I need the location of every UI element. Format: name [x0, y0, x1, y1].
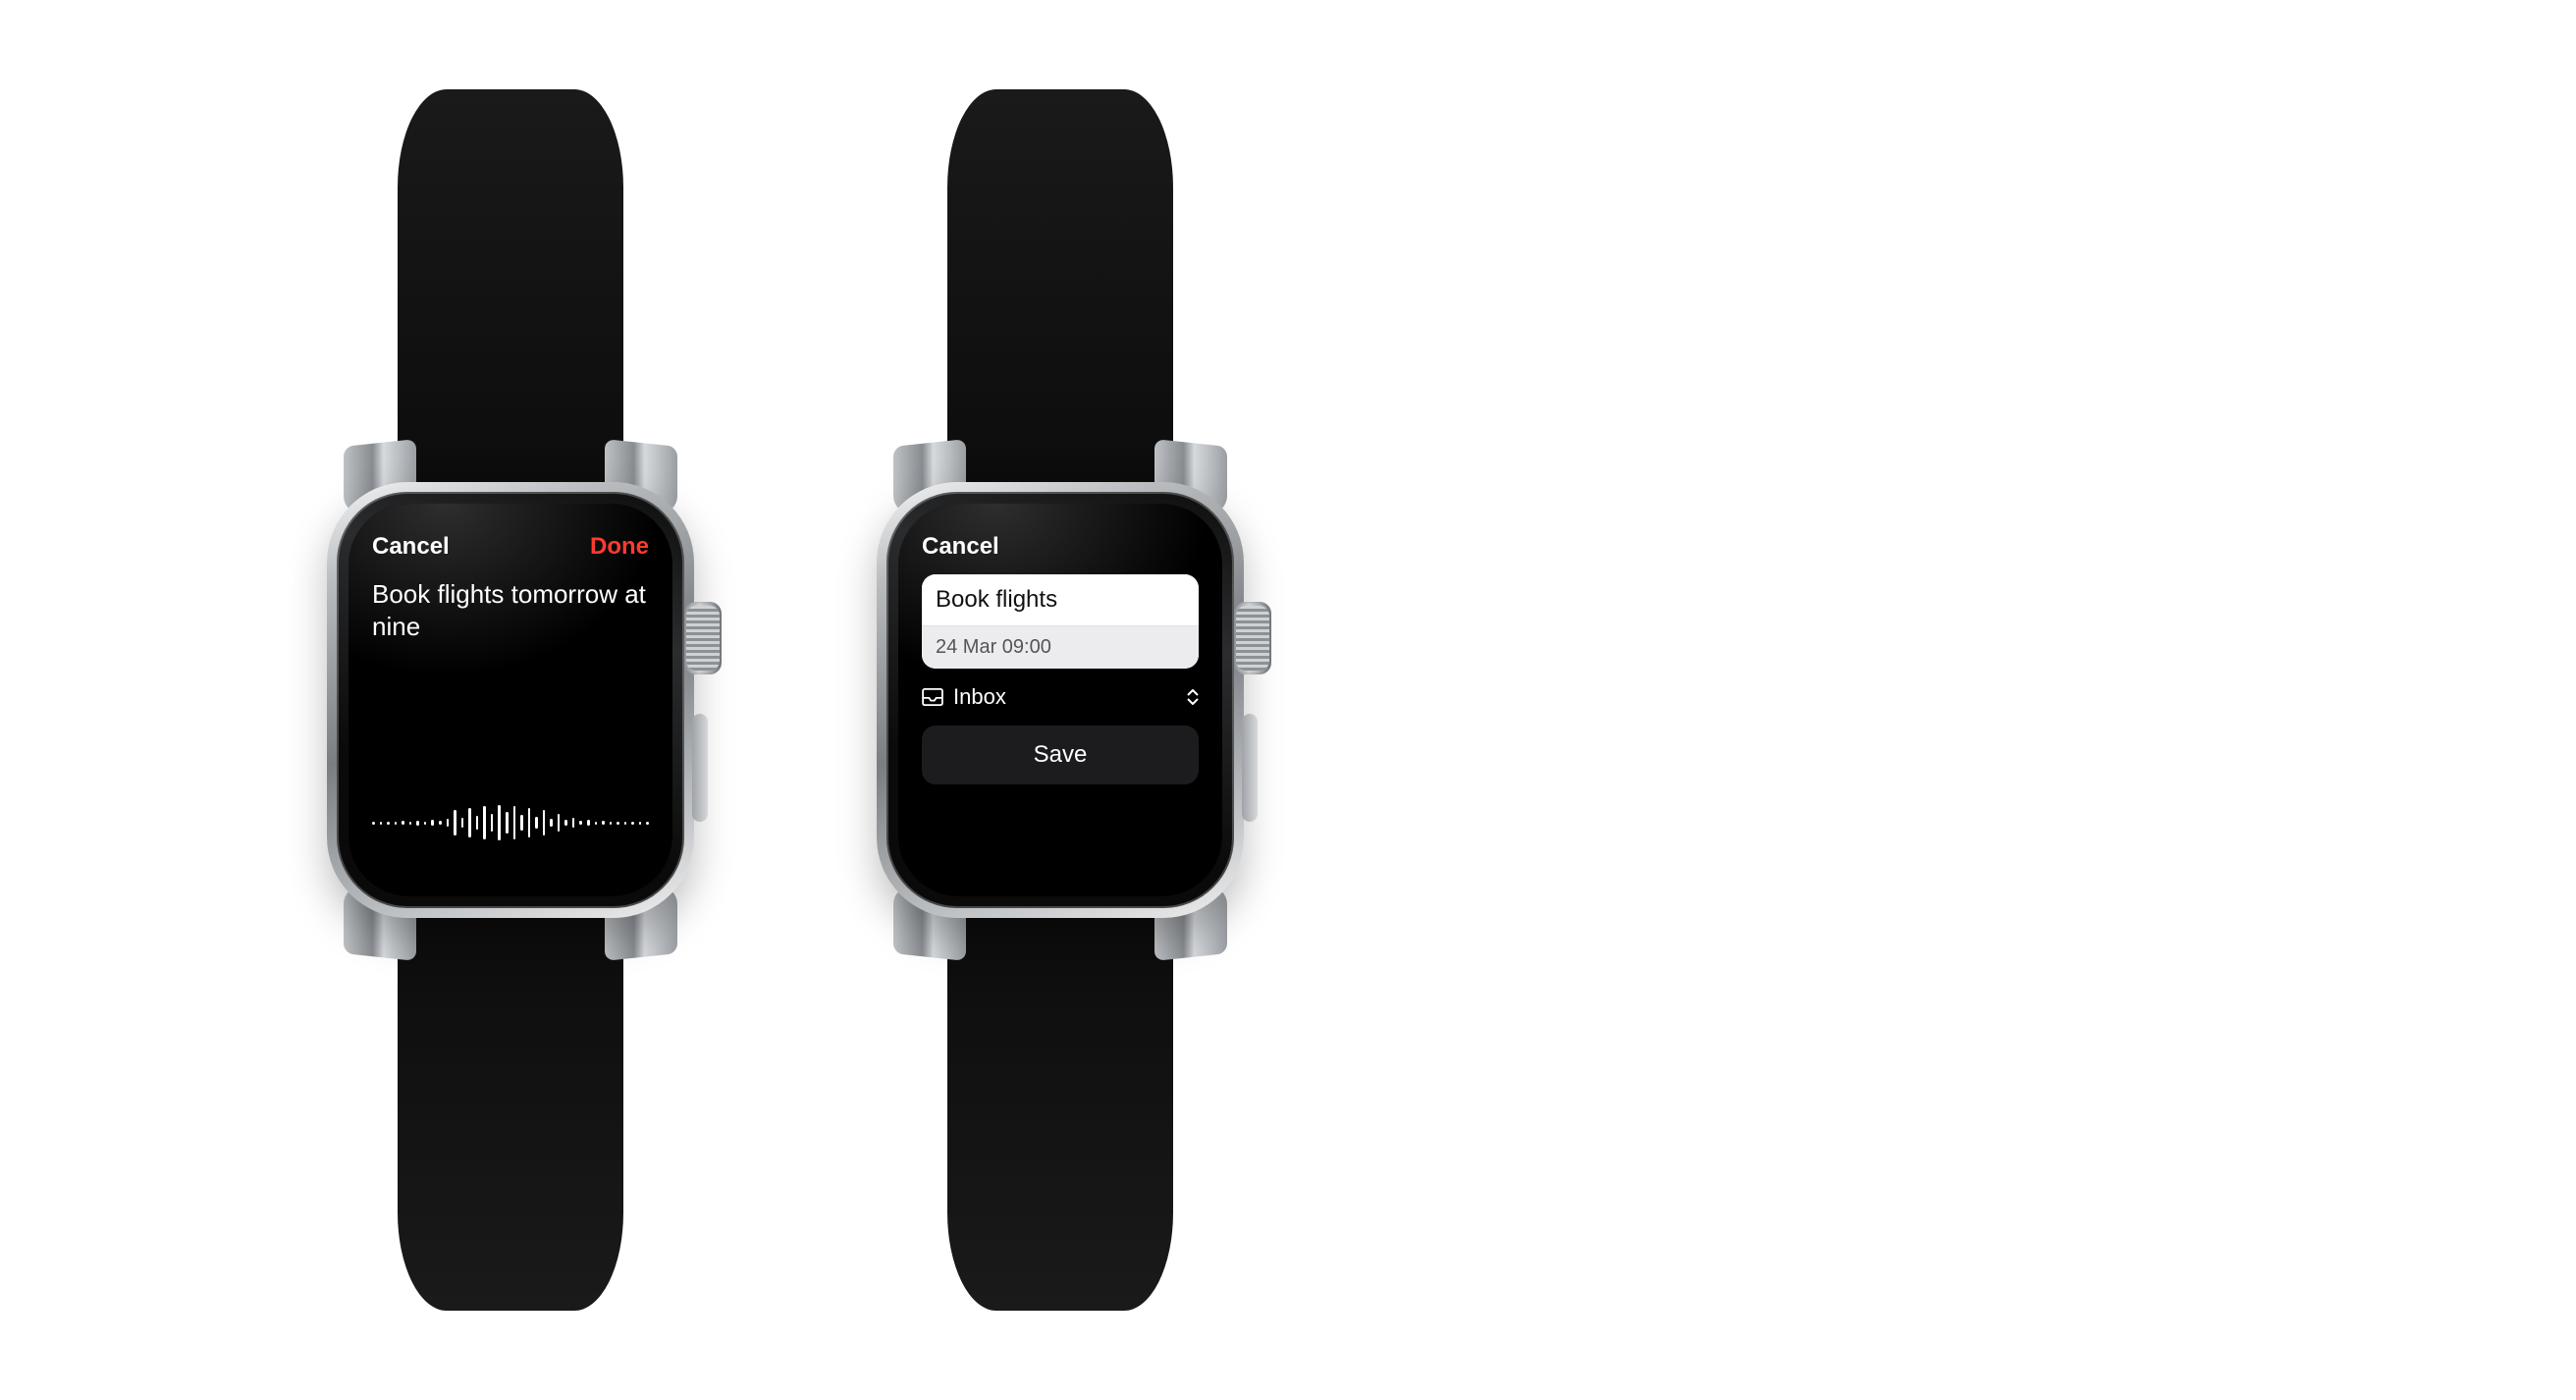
task-title: Book flights	[922, 574, 1199, 625]
waveform-bar	[424, 822, 427, 825]
watch-save-task: Cancel Book flights 24 Mar 09:00 Inbox	[805, 482, 1315, 918]
header: Cancel Done	[372, 533, 649, 561]
dictation-text: Book flights tomorrow at nine	[372, 578, 649, 642]
waveform-bar	[461, 818, 464, 828]
watch-band-top	[398, 89, 623, 541]
side-button[interactable]	[692, 714, 708, 822]
waveform-bar	[602, 821, 605, 825]
list-picker[interactable]: Inbox	[922, 684, 1199, 710]
waveform-bar	[595, 822, 598, 825]
watch-band-bottom	[398, 859, 623, 1311]
watch-case: Cancel Done Book flights tomorrow at nin…	[327, 482, 694, 918]
waveform-bar	[402, 821, 404, 825]
waveform-bar	[543, 810, 546, 835]
waveform-bar	[646, 822, 649, 825]
waveform-bar	[468, 808, 471, 837]
waveform-bar	[439, 821, 442, 825]
waveform-bar	[506, 812, 509, 834]
waveform-bar	[558, 814, 561, 832]
list-label: Inbox	[953, 684, 1006, 710]
waveform-bar	[639, 822, 642, 825]
watch-band-top	[947, 89, 1173, 541]
waveform-bar	[491, 814, 494, 832]
cancel-button[interactable]: Cancel	[922, 533, 999, 561]
save-button[interactable]: Save	[922, 726, 1199, 784]
cancel-button[interactable]: Cancel	[372, 533, 450, 561]
waveform-bar	[572, 818, 575, 828]
waveform-bar	[387, 822, 390, 825]
waveform-bar	[617, 822, 619, 825]
waveform-bar	[610, 822, 613, 825]
waveform-bar	[454, 810, 456, 835]
dictation-waveform	[372, 800, 649, 845]
waveform-bar	[416, 821, 419, 826]
waveform-bar	[520, 815, 523, 831]
waveform-bar	[587, 820, 590, 826]
screen-dictation: Cancel Done Book flights tomorrow at nin…	[372, 531, 649, 869]
waveform-bar	[476, 816, 479, 830]
waveform-bar	[624, 822, 627, 825]
watch-case: Cancel Book flights 24 Mar 09:00 Inbox	[877, 482, 1244, 918]
watch-band-bottom	[947, 859, 1173, 1311]
task-card[interactable]: Book flights 24 Mar 09:00	[922, 574, 1199, 669]
waveform-bar	[535, 817, 538, 829]
waveform-bar	[483, 806, 486, 839]
up-down-chevron-icon	[1187, 689, 1199, 705]
waveform-bar	[409, 822, 412, 825]
watch-dictation: Cancel Done Book flights tomorrow at nin…	[255, 482, 766, 918]
waveform-bar	[380, 822, 383, 825]
screen-save-task: Cancel Book flights 24 Mar 09:00 Inbox	[922, 531, 1199, 869]
inbox-icon	[922, 688, 943, 706]
digital-crown[interactable]	[684, 602, 722, 674]
waveform-bar	[631, 822, 634, 825]
waveform-bar	[395, 822, 398, 825]
waveform-bar	[513, 806, 516, 839]
watch-glass: Cancel Done Book flights tomorrow at nin…	[349, 504, 672, 896]
digital-crown[interactable]	[1234, 602, 1271, 674]
stage: Cancel Done Book flights tomorrow at nin…	[0, 0, 2576, 1400]
waveform-bar	[579, 821, 582, 825]
side-button[interactable]	[1242, 714, 1258, 822]
watch-glass: Cancel Book flights 24 Mar 09:00 Inbox	[898, 504, 1222, 896]
waveform-bar	[372, 822, 375, 825]
waveform-bar	[431, 820, 434, 826]
waveform-bar	[447, 819, 450, 827]
waveform-bar	[564, 820, 567, 826]
waveform-bar	[550, 819, 553, 827]
header: Cancel	[922, 533, 1199, 561]
waveform-bar	[498, 805, 501, 840]
waveform-bar	[528, 808, 531, 837]
done-button[interactable]: Done	[590, 533, 649, 561]
task-date: 24 Mar 09:00	[922, 625, 1199, 669]
